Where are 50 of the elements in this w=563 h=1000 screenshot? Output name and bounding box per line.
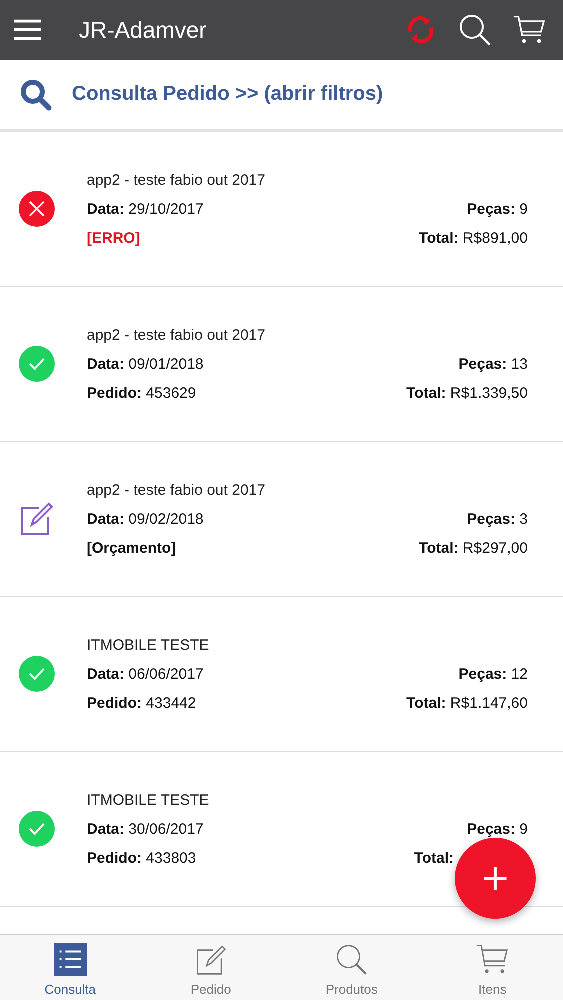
order-date: Data: 30/06/2017 — [87, 820, 204, 838]
order-total: Total: R$891,00 — [419, 230, 528, 246]
status-label: [Orçamento] — [87, 540, 176, 556]
order-row[interactable]: app2 - teste fabio out 2017 Data: 09/01/2018 Peças: 13 Pedido: 453629 Total: R$1.339,50 — [0, 287, 563, 442]
app-title: JR-Adamver — [79, 16, 207, 44]
order-row[interactable]: ITMOBILE TESTE Data: 06/06/2017 Peças: 12 Pedido: 433442 Total: R$1.147,60 — [0, 597, 563, 752]
order-name: app2 - teste fabio out 2017 — [87, 326, 266, 344]
order-name: app2 - teste fabio out 2017 — [87, 482, 266, 498]
piece-count: Peças: 9 — [467, 200, 528, 218]
error-icon — [18, 191, 54, 227]
menu-icon[interactable] — [14, 19, 41, 41]
order-name: ITMOBILE TESTE — [87, 792, 210, 808]
filter-link[interactable]: Consulta Pedido >> (abrir filtros) — [72, 83, 384, 106]
check-icon — [18, 811, 54, 847]
list-icon — [54, 943, 87, 976]
status-label: [ERRO] — [87, 230, 140, 246]
order-number: Pedido: 433442 — [87, 694, 196, 712]
piece-count: Peças: 3 — [467, 510, 528, 528]
add-button[interactable]: + — [455, 838, 536, 919]
edit-icon — [18, 501, 54, 537]
tab[interactable]: Produtos — [282, 935, 422, 1000]
check-icon — [18, 346, 54, 382]
piece-count: Peças: 12 — [458, 666, 528, 682]
order-row[interactable]: app2 - teste fabio out 2017 Data: 29/10/2017 Peças: 9 [ERRO] Total: R$891,00 — [0, 132, 563, 287]
order-date: Data: 29/10/2017 — [87, 200, 204, 218]
order-number: Pedido: 453629 — [87, 384, 196, 402]
search-icon — [335, 943, 368, 976]
check-icon — [18, 656, 54, 692]
search-icon[interactable] — [459, 14, 491, 46]
cart-icon[interactable] — [513, 14, 545, 46]
order-name: ITMOBILE TESTE — [87, 636, 210, 654]
edit-icon — [194, 943, 228, 976]
piece-count: Peças: 13 — [458, 356, 528, 372]
order-number: Pedido: 433803 — [87, 850, 196, 866]
filter-header[interactable]: Consulta Pedido >> (abrir filtros) — [0, 60, 563, 132]
tab[interactable]: Consulta — [0, 935, 141, 1000]
order-date: Data: 06/06/2017 — [87, 666, 204, 682]
search-icon — [20, 78, 52, 110]
order-total: Total: R$297,00 — [419, 540, 528, 556]
piece-count: Peças: 9 — [467, 820, 528, 838]
order-total: Total: R$1.339,50 — [406, 384, 528, 402]
tab[interactable]: Itens — [422, 935, 563, 1000]
order-date: Data: 09/02/2018 — [87, 510, 204, 528]
cart-icon — [476, 943, 510, 976]
order-total: Total: R$1.147,60 — [406, 694, 528, 712]
order-name: app2 - teste fabio out 2017 — [87, 172, 266, 188]
tab[interactable]: Pedido — [140, 935, 282, 1000]
order-total: Total: — [414, 850, 455, 866]
order-row[interactable]: app2 - teste fabio out 2017 Data: 09/02/2018 Peças: 3 [Orçamento] Total: R$297,00 — [0, 442, 563, 597]
order-date: Data: 09/01/2018 — [87, 356, 204, 372]
